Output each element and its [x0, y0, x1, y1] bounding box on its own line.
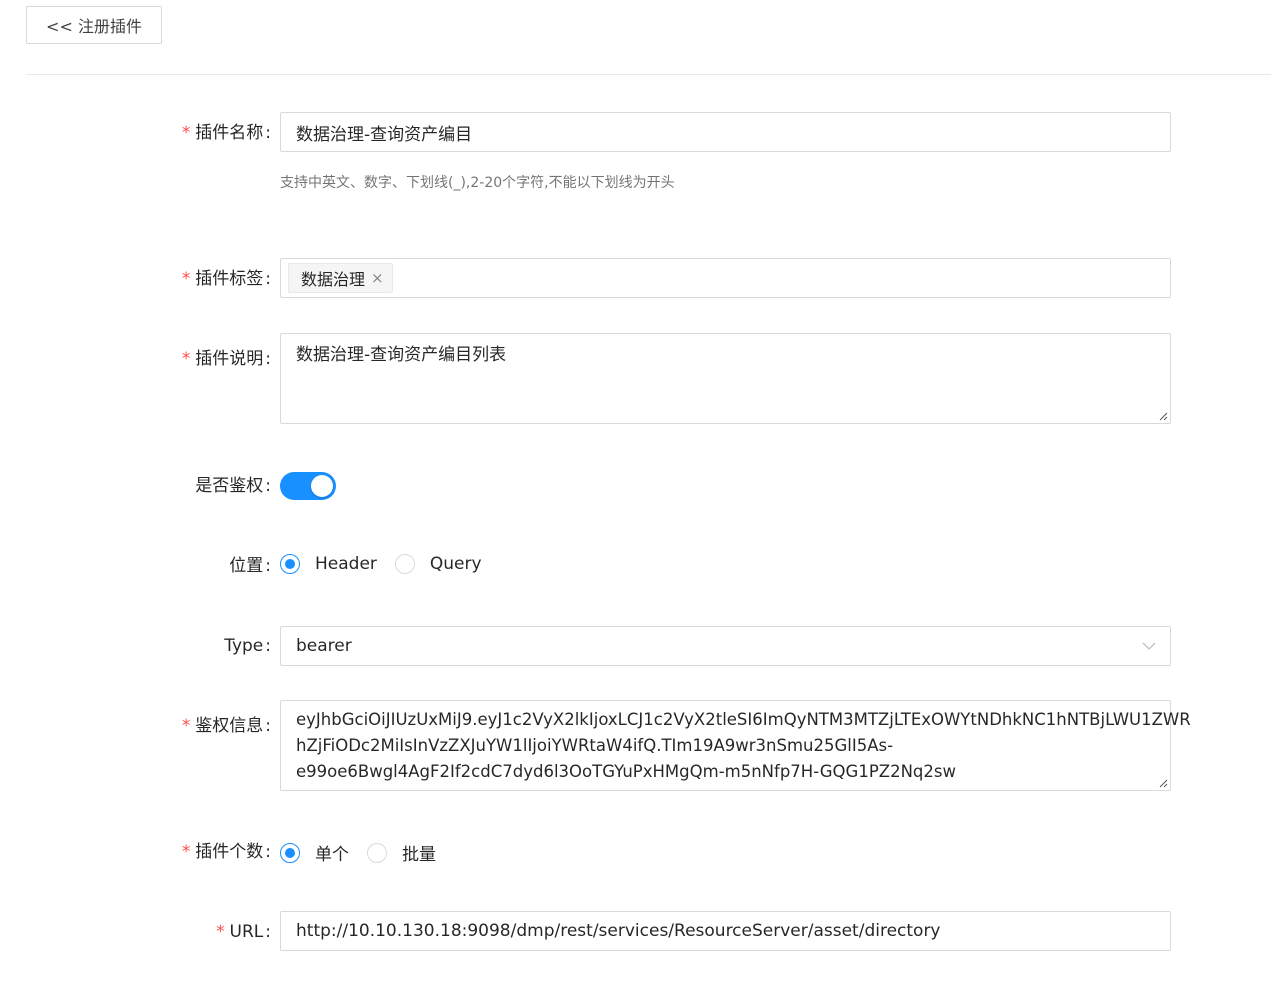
auth-info-line: eyJhbGciOiJIUzUxMiJ9.eyJ1c2VyX2lkIjoxLCJ… [296, 710, 1191, 729]
plugin-name-label: * 插件名称: [181, 123, 271, 143]
radio-checked-icon[interactable] [280, 554, 300, 574]
position-header-label: Header [315, 554, 377, 574]
switch-knob [311, 475, 333, 497]
plugin-tags-input[interactable]: 数据治理 × [280, 258, 1171, 298]
url-input[interactable]: http://10.10.130.18:9098/dmp/rest/servic… [280, 911, 1171, 951]
url-label: * URL: [215, 922, 271, 942]
resize-handle-icon[interactable] [1158, 778, 1168, 788]
tag-chip: 数据治理 × [288, 263, 393, 293]
plugin-name-value: 数据治理-查询资产编目 [296, 124, 473, 145]
plugin-count-label: * 插件个数: [181, 842, 271, 862]
position-header-option[interactable]: Header [280, 554, 377, 574]
required-marker: * [181, 123, 192, 143]
count-single-label: 单个 [315, 845, 349, 865]
radio-checked-icon[interactable] [280, 842, 300, 863]
chevron-down-icon [1142, 642, 1156, 650]
plugin-desc-label: * 插件说明: [181, 349, 271, 369]
auth-info-label: * 鉴权信息: [181, 716, 271, 736]
position-label: 位置: [229, 556, 271, 576]
count-batch-label: 批量 [402, 845, 436, 865]
position-radio-group: Header Query [280, 554, 500, 574]
auth-label: 是否鉴权: [195, 476, 271, 496]
type-select[interactable]: bearer [280, 626, 1171, 666]
back-register-plugin-button[interactable]: << 注册插件 [26, 6, 162, 44]
type-value: bearer [296, 636, 352, 656]
count-batch-option[interactable]: 批量 [367, 840, 436, 865]
position-query-label: Query [429, 554, 482, 574]
required-marker: * [181, 716, 192, 736]
required-marker: * [181, 269, 192, 289]
resize-handle-icon[interactable] [1158, 411, 1168, 421]
plugin-tags-label: * 插件标签: [181, 269, 271, 289]
auth-toggle-switch[interactable] [280, 472, 336, 500]
url-value: http://10.10.130.18:9098/dmp/rest/servic… [296, 921, 941, 941]
auth-info-line: hZjFiODc2MiIsInVzZXJuYW1lIjoiYWRtaW4ifQ.… [296, 736, 894, 755]
radio-unchecked-icon[interactable] [394, 554, 415, 574]
plugin-desc-textarea[interactable]: 数据治理-查询资产编目列表 [280, 333, 1171, 424]
plugin-desc-value: 数据治理-查询资产编目列表 [296, 345, 507, 365]
plugin-name-hint: 支持中英文、数字、下划线(_),2-20个字符,不能以下划线为开头 [280, 175, 675, 191]
required-marker: * [181, 349, 192, 369]
close-icon[interactable]: × [371, 269, 384, 287]
required-marker: * [181, 842, 192, 862]
plugin-count-radio-group: 单个 批量 [280, 840, 454, 865]
tag-label: 数据治理 [301, 270, 366, 289]
position-query-option[interactable]: Query [394, 554, 482, 574]
type-label: Type: [224, 636, 271, 656]
radio-unchecked-icon[interactable] [367, 842, 387, 863]
plugin-name-input[interactable]: 数据治理-查询资产编目 [280, 112, 1171, 152]
auth-info-textarea[interactable]: eyJhbGciOiJIUzUxMiJ9.eyJ1c2VyX2lkIjoxLCJ… [280, 700, 1191, 791]
header-divider [26, 74, 1271, 75]
required-marker: * [215, 922, 226, 942]
count-single-option[interactable]: 单个 [280, 840, 349, 865]
auth-info-line: e99oe6Bwgl4AgF2If2cdC7dyd6l3OoTGYuPxHMgQ… [296, 762, 956, 781]
